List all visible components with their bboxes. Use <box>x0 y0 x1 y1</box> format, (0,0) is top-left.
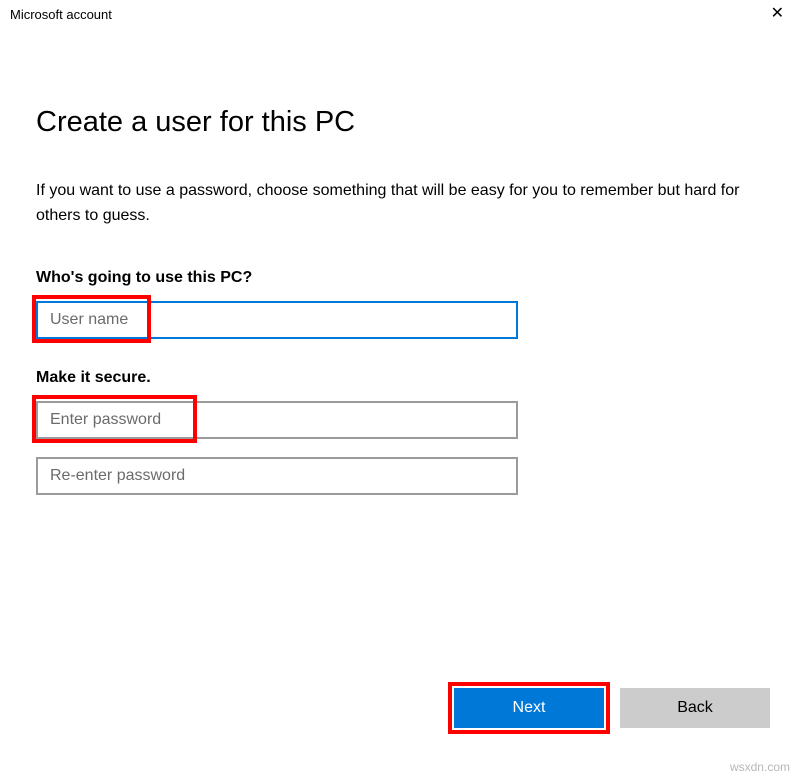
window-title: Microsoft account <box>10 7 112 22</box>
next-button-wrap: Next <box>454 688 604 728</box>
page-heading: Create a user for this PC <box>36 106 764 139</box>
username-input-wrap <box>36 301 518 339</box>
page-description: If you want to use a password, choose so… <box>36 179 764 229</box>
close-icon[interactable]: ✕ <box>765 6 790 22</box>
who-label: Who's going to use this PC? <box>36 269 764 287</box>
password-input[interactable] <box>36 401 518 439</box>
titlebar: Microsoft account ✕ <box>0 0 800 28</box>
who-section: Who's going to use this PC? <box>36 269 764 339</box>
reenter-password-input[interactable] <box>36 457 518 495</box>
content-area: Create a user for this PC If you want to… <box>0 28 800 495</box>
username-input[interactable] <box>36 301 518 339</box>
watermark: wsxdn.com <box>730 760 790 774</box>
next-button[interactable]: Next <box>454 688 604 728</box>
secure-label: Make it secure. <box>36 369 764 387</box>
back-button[interactable]: Back <box>620 688 770 728</box>
footer-buttons: Next Back <box>454 688 770 728</box>
secure-section: Make it secure. <box>36 369 764 495</box>
password-input-wrap <box>36 401 518 439</box>
reenter-password-input-wrap <box>36 457 518 495</box>
